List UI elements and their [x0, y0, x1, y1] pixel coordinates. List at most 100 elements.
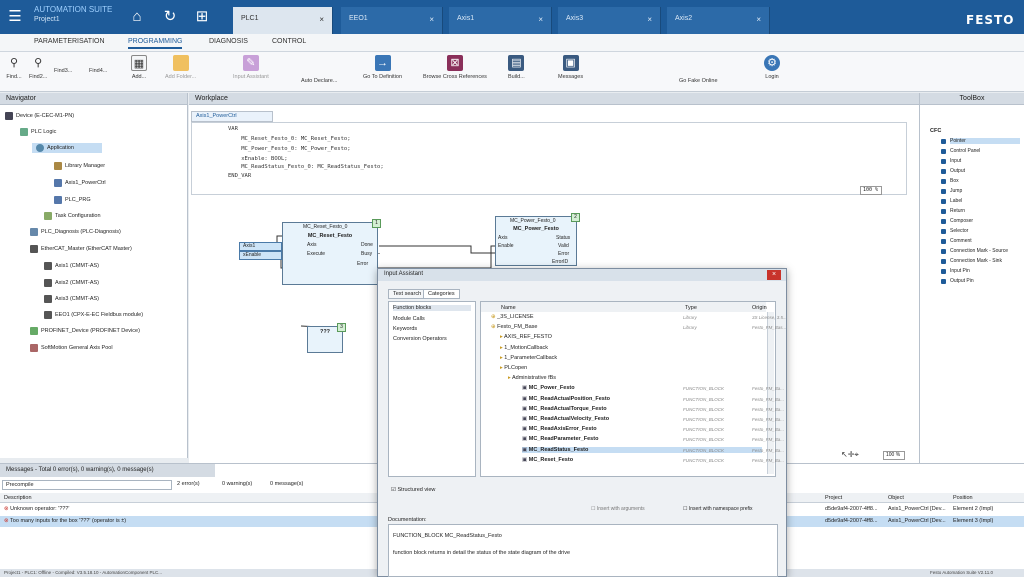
tree-item-profinet-device[interactable]: PROFINET_Device (PROFINET Device) [30, 327, 140, 335]
tree-item-plc-prg[interactable]: PLC_PRG [54, 196, 91, 204]
tree-item-task-configuration[interactable]: Task Configuration [44, 212, 101, 220]
close-icon[interactable]: × [756, 15, 761, 24]
fb-mc-reset[interactable]: MC_Reset_Festo_0 MC_Reset_Festo Axis Exe… [282, 219, 381, 285]
tab-plc1[interactable]: PLC1 × [233, 7, 333, 34]
find-button[interactable]: ⚲ Find... [6, 55, 22, 80]
cfc-tools-icon[interactable]: ↖✛⌖ [841, 450, 877, 460]
fb-list-item[interactable]: ⊕ _3S_LICENSE [491, 314, 534, 320]
tab-axis3[interactable]: Axis3 × [558, 7, 661, 34]
col-object[interactable]: Object [888, 495, 904, 501]
close-icon[interactable]: × [319, 15, 324, 24]
fb-pin-execute[interactable]: Execute [307, 251, 325, 257]
fb-pin-axis[interactable]: Axis [498, 235, 507, 241]
cfc-zoom[interactable]: 100 % [883, 451, 905, 460]
var-xenable[interactable]: xEnable [239, 251, 282, 260]
col-origin[interactable]: Origin [752, 305, 767, 311]
category-module-calls[interactable]: Module Calls [393, 316, 425, 322]
var-axis1[interactable]: Axis1 [239, 242, 282, 251]
tab-axis1-powerctrl[interactable]: Axis1_PowerCtrl [191, 111, 273, 122]
home-icon[interactable]: ⌂ [127, 8, 147, 26]
tree-item-axis3[interactable]: Axis3 (CMMT-AS) [44, 295, 99, 303]
fb-list-item[interactable]: ▸ PLCopen [500, 365, 527, 371]
toolbox-item-box[interactable]: Box [950, 178, 959, 184]
tree-item-application[interactable]: Application [32, 143, 102, 153]
fb-pin-done[interactable]: Done [361, 242, 373, 248]
messages-tab[interactable]: Messages - Total 0 error(s), 0 warning(s… [0, 464, 215, 477]
message-counter[interactable]: 0 message(s) [270, 481, 303, 487]
tab-axis2[interactable]: Axis2 × [667, 7, 770, 34]
col-description[interactable]: Description [4, 495, 32, 501]
fb-pin-status[interactable]: Status [556, 235, 570, 241]
col-type[interactable]: Type [685, 305, 697, 311]
col-name[interactable]: Name [501, 305, 516, 311]
auto-declare-button[interactable]: Auto Declare... [301, 78, 337, 84]
toolbox-item-control-panel[interactable]: Control Panel [950, 148, 980, 154]
close-icon[interactable]: × [429, 15, 434, 24]
find2-button[interactable]: ⚲ Find2... [29, 55, 47, 80]
tab-text-search[interactable]: Text search [388, 289, 427, 299]
declaration-editor[interactable]: VAR MC_Reset_Festo_0: MC_Reset_Festo; MC… [191, 122, 907, 195]
refresh-icon[interactable]: ↻ [160, 8, 180, 26]
login-button[interactable]: ⚙ Login [764, 55, 780, 80]
tab-axis1[interactable]: Axis1 × [449, 7, 552, 34]
fb-pin-error[interactable]: Error [357, 261, 368, 267]
fb-list-item[interactable]: ▣ MC_ReadStatus_Festo [522, 446, 762, 453]
tree-item-axis2[interactable]: Axis2 (CMMT-AS) [44, 279, 99, 287]
add-device-icon[interactable]: ⊞ [192, 8, 212, 26]
tree-item-library-manager[interactable]: Library Manager [54, 162, 105, 170]
fb-list-item[interactable]: ▣ MC_ReadActualTorque_Festo [522, 406, 607, 412]
tree-item-axis1-powerctrl[interactable]: Axis1_PowerCtrl [54, 179, 106, 187]
tab-eeo1[interactable]: EEO1 × [341, 7, 443, 34]
fb-list-item[interactable]: ▣ MC_Power_Festo [522, 385, 575, 391]
fb-list-item[interactable]: ▣ MC_ReadParameter_Festo [522, 436, 598, 442]
toolbox-item-comment[interactable]: Comment [950, 238, 972, 244]
close-icon[interactable]: × [647, 15, 652, 24]
category-keywords[interactable]: Keywords [393, 326, 417, 332]
col-project[interactable]: Project [825, 495, 842, 501]
tree-item-device[interactable]: Device (E-CEC-M1-PN) [5, 112, 74, 120]
insert-with-namespace-checkbox[interactable]: ☐ Insert with namespace prefix [683, 506, 753, 512]
fb-pin-busy[interactable]: Busy [361, 251, 372, 257]
fb-list-item[interactable]: ▣ MC_ReadActualPosition_Festo [522, 396, 610, 402]
category-function-blocks[interactable]: Function blocks [393, 305, 471, 311]
tab-diagnosis[interactable]: DIAGNOSIS [209, 38, 248, 45]
input-assistant-button[interactable]: ✎ Input Assistant [233, 55, 269, 80]
toolbox-item-input-pin[interactable]: Input Pin [950, 268, 970, 274]
structured-view-checkbox[interactable]: ☑ Structured view [391, 487, 435, 493]
fb-list-item[interactable]: ▸ 1_MotionCallback [500, 345, 548, 351]
decl-zoom[interactable]: 100 % [860, 186, 882, 195]
tree-item-plc-diagnosis[interactable]: PLC_Diagnosis (PLC-Diagnosis) [30, 228, 121, 236]
toolbox-item-connection-sink[interactable]: Connection Mark - Sink [950, 258, 1002, 264]
close-icon[interactable]: × [767, 270, 781, 280]
tree-item-ethercat-master[interactable]: EtherCAT_Master (EtherCAT Master) [30, 245, 132, 253]
find3-button[interactable]: Find3... [54, 68, 72, 74]
fb-list-item[interactable]: ▣ MC_ReadActualVelocity_Festo [522, 416, 609, 422]
tab-parameterisation[interactable]: PARAMETERISATION [34, 38, 105, 45]
build-button[interactable]: ▤ Build... [508, 55, 525, 80]
toolbox-item-output[interactable]: Output [950, 168, 965, 174]
fb-pin-axis[interactable]: Axis [307, 242, 316, 248]
toolbox-item-input[interactable]: Input [950, 158, 961, 164]
close-icon[interactable]: × [538, 15, 543, 24]
toolbox-item-selector[interactable]: Selector [950, 228, 968, 234]
category-conversion-operators[interactable]: Conversion Operators [393, 336, 447, 342]
fb-list-item[interactable]: ▸ 1_ParameterCallback [500, 355, 557, 361]
tab-categories[interactable]: Categories [423, 289, 460, 299]
toolbox-item-connection-source[interactable]: Connection Mark - Source [950, 248, 1008, 254]
toolbox-item-output-pin[interactable]: Output Pin [950, 278, 974, 284]
fb-list-item[interactable]: ▸ AXIS_REF_FESTO [500, 334, 552, 340]
toolbox-item-return[interactable]: Return [950, 208, 965, 214]
fb-list-item[interactable]: ⊕ Festo_FM_Base [491, 324, 538, 330]
toolbox-item-label[interactable]: Label [950, 198, 962, 204]
tree-item-axis1[interactable]: Axis1 (CMMT-AS) [44, 262, 99, 270]
fb-unknown-box[interactable]: ??? 3 [307, 323, 346, 353]
col-position[interactable]: Position [953, 495, 973, 501]
fb-pin-valid[interactable]: Valid [558, 243, 569, 249]
fb-list-item[interactable]: ▣ MC_ReadAxisError_Festo [522, 426, 597, 432]
messages-filter-select[interactable]: Precompile [2, 480, 172, 490]
go-to-definition-button[interactable]: → Go To Definition [363, 55, 402, 80]
find4-button[interactable]: Find4... [89, 68, 107, 74]
insert-with-arguments-checkbox[interactable]: ☐ Insert with arguments [591, 506, 645, 512]
fb-pin-error[interactable]: Error [558, 251, 569, 257]
toolbox-item-jump[interactable]: Jump [950, 188, 962, 194]
